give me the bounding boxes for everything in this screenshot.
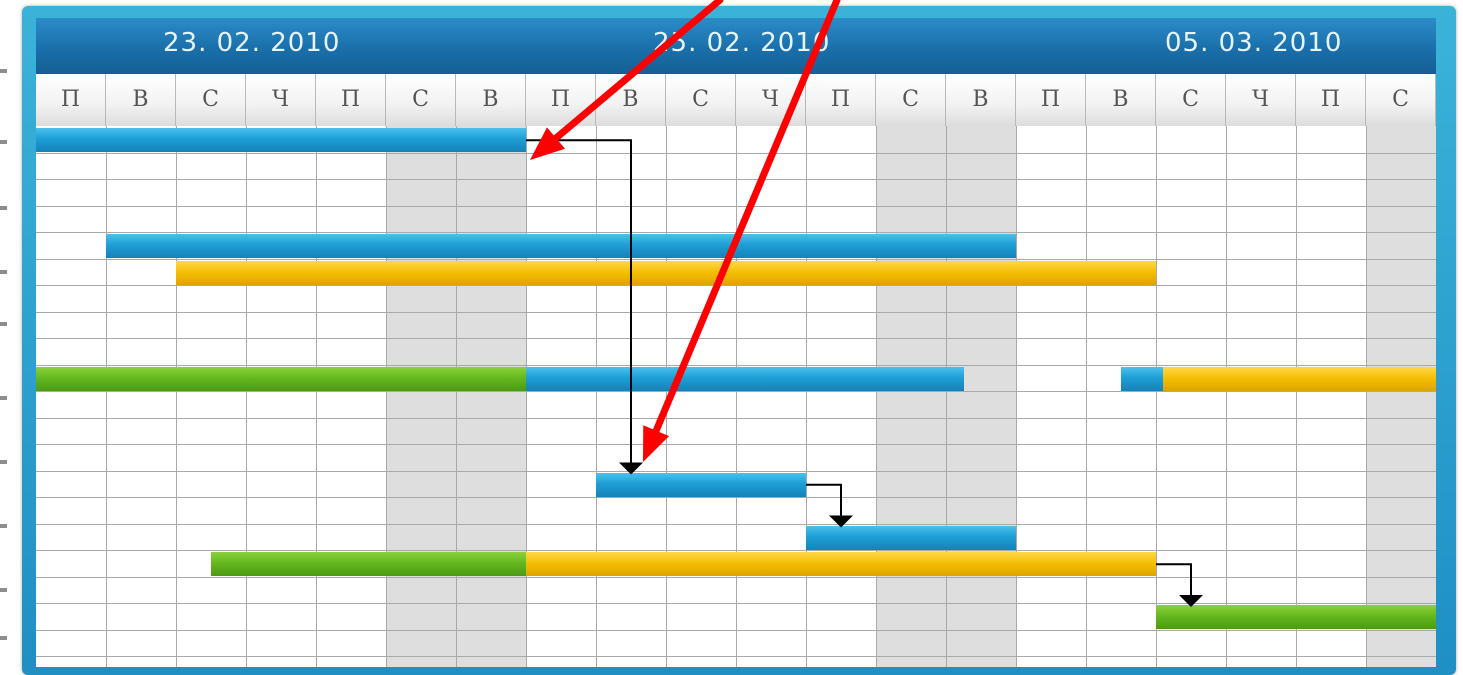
grid-row-line <box>36 497 1436 498</box>
weekday-label: В <box>456 74 526 126</box>
weekday-label: В <box>106 74 176 126</box>
task-bar-blue[interactable] <box>1121 366 1163 391</box>
date-label: 25. 02. 2010 <box>653 28 831 58</box>
date-label: 05. 03. 2010 <box>1165 28 1343 58</box>
edge-mark <box>0 588 7 592</box>
grid-row-line <box>36 311 1436 313</box>
weekend-column <box>386 126 456 667</box>
grid-row-line <box>36 444 1436 445</box>
grid-column-line <box>876 126 877 667</box>
grid-row-line <box>36 258 1436 260</box>
task-bar-blue[interactable] <box>806 525 1016 550</box>
date-label: 23. 02. 2010 <box>163 28 341 58</box>
weekday-label: Ч <box>736 74 806 126</box>
edge-mark <box>0 140 7 144</box>
weekend-column <box>456 126 526 667</box>
grid-row-line <box>36 629 1436 631</box>
edge-mark <box>0 270 7 274</box>
task-bar-green[interactable] <box>211 552 526 577</box>
left-edge-marks <box>0 0 10 675</box>
grid-column-line <box>1016 126 1017 667</box>
weekend-column <box>876 126 946 667</box>
grid-row-line <box>36 603 1436 604</box>
grid-column-line <box>316 126 317 667</box>
grid-column-line <box>176 126 177 667</box>
edge-mark <box>0 206 7 210</box>
date-header: 23. 02. 2010 25. 02. 2010 05. 03. 2010 <box>36 18 1436 74</box>
edge-mark <box>0 460 7 464</box>
weekday-label: С <box>1366 74 1436 126</box>
grid-column-line <box>946 126 947 667</box>
grid-column-line <box>526 126 527 667</box>
grid-row-line <box>36 417 1436 419</box>
grid-column-line <box>386 126 387 667</box>
grid-row-line <box>36 152 1436 154</box>
task-bar-blue[interactable] <box>36 128 526 153</box>
weekday-label: П <box>36 74 106 126</box>
grid-row-line <box>36 338 1436 339</box>
grid-row-line <box>36 576 1436 578</box>
weekday-header: ПВСЧПСВПВСЧПСВПВСЧПС <box>36 74 1436 126</box>
weekday-label: С <box>1156 74 1226 126</box>
edge-mark <box>0 636 7 640</box>
grid-row-line <box>36 656 1436 657</box>
grid-column-line <box>456 126 457 667</box>
grid-row-line <box>36 179 1436 180</box>
grid-row-line <box>36 232 1436 233</box>
task-bar-yellow[interactable] <box>526 552 1156 577</box>
grid-row-line <box>36 205 1436 207</box>
grid-column-line <box>1086 126 1087 667</box>
task-bar-green[interactable] <box>1156 605 1436 630</box>
task-bar-blue[interactable] <box>106 234 1016 259</box>
weekday-label: П <box>316 74 386 126</box>
edge-mark <box>0 524 7 528</box>
grid-row-line <box>36 470 1436 472</box>
grid-column-line <box>1296 126 1297 667</box>
grid-column-line <box>246 126 247 667</box>
weekday-label: В <box>946 74 1016 126</box>
weekday-label: Ч <box>1226 74 1296 126</box>
weekday-label: П <box>526 74 596 126</box>
grid-row-line <box>36 391 1436 392</box>
edge-mark <box>0 322 7 326</box>
task-bar-yellow[interactable] <box>176 260 1156 285</box>
weekday-label: С <box>876 74 946 126</box>
task-bar-blue[interactable] <box>596 472 806 497</box>
weekday-label: П <box>806 74 876 126</box>
weekday-label: Ч <box>246 74 316 126</box>
weekday-label: С <box>666 74 736 126</box>
weekday-label: С <box>386 74 456 126</box>
grid-row-line <box>36 523 1436 525</box>
task-bar-yellow[interactable] <box>1163 366 1436 391</box>
grid-column-line <box>736 126 737 667</box>
edge-mark <box>0 396 7 400</box>
gantt-grid <box>36 126 1436 667</box>
grid-column-line <box>1226 126 1227 667</box>
grid-row-line <box>36 364 1436 366</box>
grid-row-line <box>36 285 1436 286</box>
grid-column-line <box>666 126 667 667</box>
edge-mark <box>0 69 7 73</box>
weekday-label: В <box>596 74 666 126</box>
task-bar-blue[interactable] <box>526 366 964 391</box>
weekday-label: П <box>1296 74 1366 126</box>
grid-column-line <box>106 126 107 667</box>
weekday-label: В <box>1086 74 1156 126</box>
weekday-label: П <box>1016 74 1086 126</box>
task-bar-green[interactable] <box>36 366 526 391</box>
weekday-label: С <box>176 74 246 126</box>
weekend-column <box>946 126 1016 667</box>
grid-column-line <box>806 126 807 667</box>
grid-row-line <box>36 550 1436 551</box>
grid-column-line <box>1156 126 1157 667</box>
grid-column-line <box>596 126 597 667</box>
weekend-column <box>1366 126 1436 667</box>
grid-column-line <box>1366 126 1367 667</box>
